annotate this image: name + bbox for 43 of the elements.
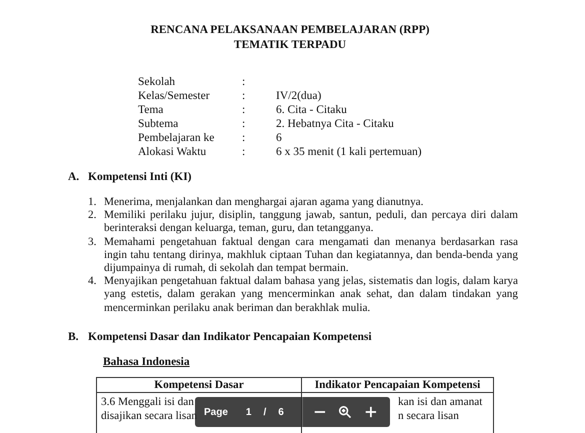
info-separator: :	[242, 145, 246, 159]
info-label: Tema	[138, 103, 164, 117]
section-heading: Kompetensi Inti (KI)	[88, 170, 192, 184]
info-label: Subtema	[138, 117, 180, 131]
table-header: Kompetensi Dasar	[96, 377, 302, 392]
info-value: 6 x 35 menit (1 kali pertemuan)	[276, 145, 423, 159]
list-number: 1.	[88, 196, 98, 210]
list-item-text: Memiliki perilaku jujur, disiplin, tanggung jawab, santun, peduli, dan percaya diri dalam berinteraksi dengan keluarga, teman, guru, dan tetangganya.	[104, 209, 518, 236]
list-number: 2.	[88, 209, 98, 224]
table-header: Indikator Pencapaian Kompetensi	[302, 377, 494, 392]
info-value: 2. Hebatnya Cita - Citaku	[276, 117, 395, 131]
page-label: Page	[204, 406, 228, 418]
section-letter: A.	[68, 170, 80, 184]
info-label: Kelas/Semester	[138, 89, 211, 103]
info-value: IV/2(dua)	[276, 89, 322, 103]
info-label: Alokasi Waktu	[138, 145, 208, 159]
info-separator: :	[242, 89, 246, 103]
table-cell-text: 3.6 Menggali isi dan	[101, 396, 194, 408]
list-item-text: Menyajikan pengetahuan faktual dalam bahasa yang jelas, sistematis dan logis, dalam karya yang estetis, dalam gerakan yang mencerminkan anak sehat, dan dalam tindakan yang mencerminkan perilaku anak beriman dan berakhlak mulia.	[104, 275, 518, 315]
list-item-text: Menerima, menjalankan dan menghargai ajaran agama yang dianutnya.	[104, 196, 424, 210]
page-separator: /	[263, 406, 266, 418]
subject-heading: Bahasa Indonesia	[103, 354, 190, 369]
table-cell-text: kan isi dan amanat	[398, 396, 482, 408]
table-cell-text: n secara lisan	[398, 410, 459, 422]
section-heading: Kompetensi Dasar dan Indikator Pencapaian Kompetensi	[88, 330, 372, 344]
zoom-icon[interactable]	[338, 404, 352, 420]
list-item-text: Memahami pengetahuan faktual dengan cara mengamati dan menanya berdasarkan rasa ingin tahu tentang dirinya, makhluk ciptaan Tuhan dan kegiatannya, dan benda-benda yang dijumpainya di rumah, di sekolah dan tempat bermain.	[104, 236, 518, 276]
info-separator: :	[242, 117, 246, 131]
list-number: 3.	[88, 236, 98, 250]
zoom-in-icon[interactable]	[364, 404, 378, 420]
document-title: RENCANA PELAKSANAAN PEMBELAJARAN (RPP)	[150, 23, 430, 38]
info-value: 6. Cita - Citaku	[276, 103, 348, 117]
document-title: TEMATIK TERPADU	[232, 38, 348, 53]
list-number: 4.	[88, 275, 98, 290]
info-separator: :	[242, 75, 246, 89]
info-label: Pembelajaran ke	[138, 131, 216, 145]
info-separator: :	[242, 103, 246, 117]
info-value: 6	[276, 131, 283, 145]
info-label: Sekolah	[138, 75, 176, 89]
current-page[interactable]: 1	[246, 406, 252, 418]
info-separator: :	[242, 131, 246, 145]
total-pages: 6	[278, 406, 284, 418]
section-letter: B.	[68, 330, 80, 344]
